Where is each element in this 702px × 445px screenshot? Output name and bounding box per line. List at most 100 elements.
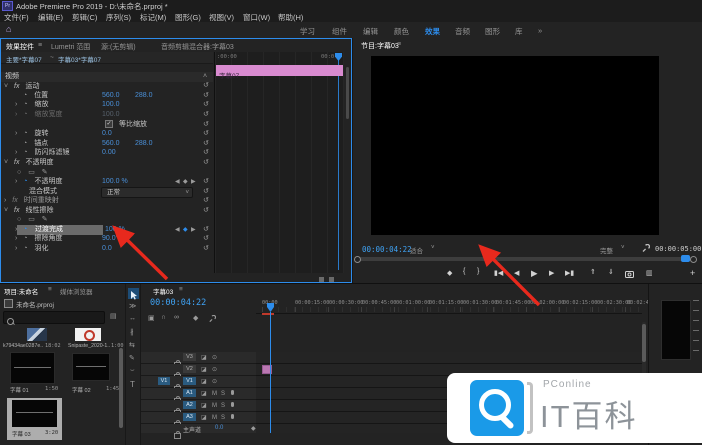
rotation-value[interactable]: 0.0 — [102, 129, 112, 139]
workspace-tab-assembly[interactable]: 组件 — [332, 26, 347, 37]
play-audio-while-scrub-icon[interactable] — [319, 277, 324, 282]
wipe-angle-row[interactable]: › ◔ 擦除角度 90.0° — [1, 234, 62, 244]
program-scrubber-track[interactable] — [356, 257, 696, 261]
home-icon[interactable]: ⌂ — [6, 24, 11, 34]
opacity-row[interactable]: › ◔ 不透明度 100.0 % ◀ ◆ ▶ — [1, 177, 62, 187]
panel-menu-icon[interactable]: ≡ — [48, 286, 52, 293]
extract-icon[interactable]: ⇓ — [608, 268, 614, 276]
expand-icon[interactable]: › — [15, 149, 17, 156]
reset-icon[interactable]: ↺ — [203, 234, 209, 242]
solo-button[interactable]: S — [221, 415, 225, 421]
lock-icon[interactable] — [174, 433, 181, 439]
sync-lock-icon[interactable]: ◪ — [201, 391, 207, 397]
sync-lock-icon[interactable]: ◪ — [201, 355, 207, 361]
step-back-icon[interactable]: ◀ — [514, 269, 519, 277]
timeline-timecode[interactable]: 00:00:04:22 — [150, 298, 206, 308]
previous-keyframe-icon[interactable]: ◀ — [175, 179, 180, 185]
tab-audio-clip-mixer[interactable]: 音频剪辑混合器:字幕03 — [161, 42, 234, 52]
ellipse-mask-icon[interactable]: ○ — [17, 169, 21, 176]
scale-value[interactable]: 100.0 — [102, 100, 120, 110]
feather-row[interactable]: › ◔ 羽化 0.0 — [1, 244, 48, 254]
voiceover-mic-icon[interactable] — [231, 390, 234, 395]
ripple-edit-tool[interactable]: ↔ — [129, 315, 136, 322]
expand-icon[interactable]: › — [15, 130, 17, 137]
reset-icon[interactable]: ↺ — [203, 91, 209, 99]
workspace-tab-color[interactable]: 颜色 — [394, 26, 409, 37]
master-volume-value[interactable]: 0.0 — [215, 425, 223, 431]
next-keyframe-icon[interactable]: ▶ — [191, 179, 196, 185]
project-item-video[interactable]: k79434ae0287e.. 18:02 — [3, 327, 63, 349]
expand-icon[interactable]: › — [15, 178, 17, 185]
track-name-v2[interactable]: V2 — [183, 365, 196, 373]
panel-menu-icon[interactable]: ≡ — [38, 42, 42, 49]
expand-icon[interactable]: › — [15, 245, 17, 252]
toggle-animation-icon[interactable]: ◔ — [23, 140, 27, 147]
scale-row[interactable]: › ◔ 缩放 100.0 — [1, 100, 48, 110]
pen-mask-icon[interactable]: ✎ — [42, 216, 48, 223]
voiceover-mic-icon[interactable] — [231, 402, 234, 407]
reset-icon[interactable]: ↺ — [203, 139, 209, 147]
track-output-eye-icon[interactable]: ⊙ — [212, 379, 217, 385]
add-marker-icon[interactable]: ◆ — [193, 314, 198, 322]
previous-keyframe-icon[interactable]: ◀ — [175, 227, 180, 233]
scrubber-handle-left[interactable] — [354, 256, 361, 263]
panel-menu-icon[interactable]: ≡ — [397, 41, 401, 48]
reset-icon[interactable]: ↺ — [203, 244, 209, 252]
tab-source-monitor[interactable]: 源:(无剪辑) — [101, 42, 136, 52]
add-keyframe-icon[interactable]: ◆ — [183, 227, 188, 233]
tab-project[interactable]: 项目:未命名 — [4, 286, 38, 296]
add-keyframe-icon[interactable]: ◆ — [183, 179, 188, 185]
expand-icon[interactable]: › — [4, 197, 6, 204]
tab-media-browser[interactable]: 媒体浏览器 — [60, 286, 93, 296]
opacity-value[interactable]: 100.0 % — [102, 177, 128, 187]
mute-button[interactable]: M — [212, 415, 217, 421]
mark-in-icon[interactable]: { — [463, 268, 465, 275]
lift-icon[interactable]: ⇑ — [590, 268, 596, 276]
project-item-title-03-selected[interactable]: 字幕 03 3:20 — [7, 398, 62, 440]
toggle-animation-icon[interactable]: ◔ — [23, 149, 27, 156]
workspace-tab-effects[interactable]: 效果 — [425, 26, 440, 37]
step-forward-icon[interactable]: ▶ — [549, 269, 554, 277]
tab-lumetri-scopes[interactable]: Lumetri 范围 — [51, 42, 90, 52]
timeline-settings-wrench-icon[interactable] — [208, 315, 216, 323]
track-output-eye-icon[interactable]: ⊙ — [212, 355, 217, 361]
source-patch-v1[interactable]: V1 — [158, 377, 170, 385]
toggle-animation-icon[interactable]: ◔ — [23, 178, 27, 185]
list-view-icon[interactable]: ▤ — [110, 312, 117, 320]
pen-mask-icon[interactable]: ✎ — [42, 169, 48, 176]
type-tool[interactable]: T — [130, 380, 135, 389]
toggle-animation-icon[interactable]: ◔ — [23, 235, 27, 242]
chevron-down-icon[interactable]: ˅ — [4, 159, 8, 166]
rotation-row[interactable]: › ◔ 旋转 0.0 — [1, 129, 48, 139]
feather-value[interactable]: 0.0 — [102, 244, 112, 254]
antiflicker-row[interactable]: › ◔ 防闪烁滤镜 0.00 — [1, 148, 69, 158]
mute-button[interactable]: M — [212, 403, 217, 409]
solo-button[interactable]: S — [221, 391, 225, 397]
reset-icon[interactable]: ↺ — [203, 158, 209, 166]
tab-timeline-sequence[interactable]: 字幕03 — [153, 286, 173, 296]
reset-icon[interactable]: ↺ — [203, 120, 209, 128]
pen-tool[interactable]: ✎ — [129, 354, 135, 362]
button-editor-icon[interactable]: + — [690, 268, 695, 278]
toggle-animation-icon[interactable]: ◔ — [23, 130, 27, 137]
workspace-tab-learning[interactable]: 学习 — [300, 26, 315, 37]
position-y-value[interactable]: 288.0 — [135, 91, 153, 101]
reset-icon[interactable]: ↺ — [203, 148, 209, 156]
track-name-v1[interactable]: V1 — [183, 377, 196, 385]
toggle-animation-icon[interactable]: ◔ — [23, 92, 27, 99]
zoom-level-select[interactable]: 适合 — [410, 245, 423, 255]
toggle-animation-icon[interactable]: ◔ — [23, 245, 27, 252]
snap-icon[interactable]: ∩ — [161, 314, 166, 321]
wipe-angle-value[interactable]: 90.0° — [102, 234, 118, 244]
export-frame-icon[interactable] — [625, 270, 634, 278]
effect-opacity-row[interactable]: ˅ fx 不透明度 — [1, 158, 53, 168]
project-file-name[interactable]: 未命名.prproj — [16, 299, 54, 309]
time-remapping-row[interactable]: › fx 时间重映射 — [1, 196, 59, 206]
track-name-v3[interactable]: V3 — [183, 353, 196, 361]
panel-menu-icon[interactable]: ≡ — [179, 286, 183, 293]
hand-tool[interactable]: ⌣ — [130, 367, 135, 375]
scrubber-handle-right[interactable] — [690, 256, 697, 263]
tab-program-monitor[interactable]: 节目:字幕03 — [361, 41, 399, 51]
expand-icon[interactable]: › — [15, 235, 17, 242]
chevron-down-icon[interactable]: ˅ — [4, 83, 8, 90]
